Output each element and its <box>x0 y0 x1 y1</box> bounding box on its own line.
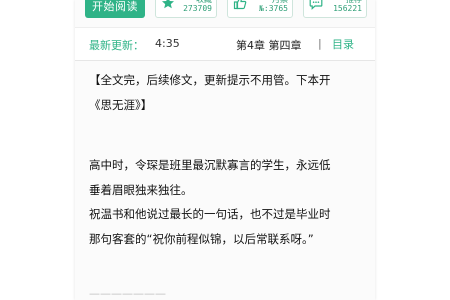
notice-line: 《思无涯》】 <box>89 97 153 112</box>
monthly-ticket-stat[interactable]: 月票 №:3765 <box>227 0 293 18</box>
favorites-value: 273709 <box>183 4 212 13</box>
table-of-contents-link[interactable]: 目录 <box>332 36 354 52</box>
page: 开始阅读 收藏 273709 月票 №:3765 <box>0 0 450 300</box>
synopsis-line: 垂着眉眼独来独往。 <box>89 182 193 197</box>
thumbs-up-icon <box>233 0 247 10</box>
separator: | <box>318 37 322 50</box>
synopsis-line: 高中时，令琛是班里最沉默寡言的学生，永远低 <box>89 158 331 172</box>
star-icon <box>162 0 174 9</box>
action-bar: 开始阅读 收藏 273709 月票 №:3765 <box>75 0 375 22</box>
latest-chapter-link[interactable]: 第4章 第四章 <box>236 37 302 53</box>
favorites-stat[interactable]: 收藏 273709 <box>155 0 217 18</box>
latest-update-row[interactable]: 最新更新： 4:35 第4章 第四章 | 目录 <box>75 28 375 61</box>
synopsis-line: 那句客套的“祝你前程似锦，以后常联系呀。” <box>89 231 314 246</box>
recommend-value: 156221 <box>333 4 362 13</box>
start-reading-button[interactable]: 开始阅读 <box>85 0 145 18</box>
comment-icon <box>309 0 323 10</box>
faded-text: ——————— <box>89 287 166 300</box>
synopsis-line: 祝温书和他说过最长的一句话，也不过是毕业时 <box>89 207 331 221</box>
book-synopsis: 【全文完，后续修文，更新提示不用管。下本开 《思无涯》】 高中时，令琛是班里最沉… <box>89 68 364 251</box>
monthly-ticket-value: №:3765 <box>259 4 288 13</box>
latest-update-label: 最新更新： <box>89 39 144 52</box>
notice-line: 【全文完，后续修文，更新提示不用管。下本开 <box>89 73 331 87</box>
recommend-stat[interactable]: 推荐 156221 <box>303 0 367 18</box>
book-detail-card: 开始阅读 收藏 273709 月票 №:3765 <box>75 0 375 300</box>
latest-update-time: 4:35 <box>155 37 180 50</box>
